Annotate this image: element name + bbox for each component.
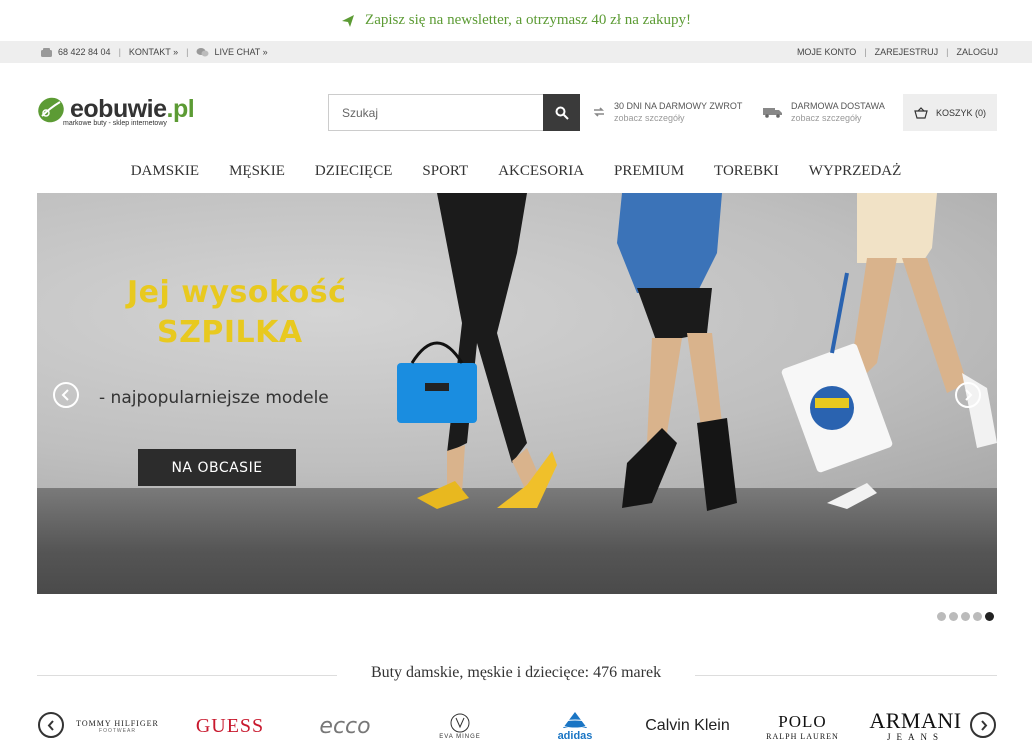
newsletter-promo-text[interactable]: Zapisz się na newsletter, a otrzymasz 40…: [365, 12, 691, 29]
slide-dot-1[interactable]: [937, 612, 946, 621]
brand-adidas-text: adidas: [557, 730, 593, 742]
brand-logo-ecco[interactable]: ecco: [305, 706, 385, 746]
cart-button[interactable]: KOSZYK (0): [903, 94, 997, 131]
divider: |: [118, 47, 121, 57]
nav-item-torebki[interactable]: TOREBKI: [714, 163, 779, 191]
brands-prev-button[interactable]: [38, 712, 64, 738]
brand-logo-armani-jeans[interactable]: ARMANI JEANS: [868, 706, 963, 746]
slide-dot-5[interactable]: [985, 612, 994, 621]
brands-next-button[interactable]: [970, 712, 996, 738]
return-arrows-icon: [594, 107, 604, 117]
nav-item-dzieciece[interactable]: DZIECIĘCE: [315, 163, 392, 191]
adidas-trefoil-icon: [560, 712, 590, 729]
brand-armani-text: ARMANI: [869, 708, 962, 733]
chevron-left-icon: [61, 389, 69, 401]
hero-next-button[interactable]: [955, 382, 981, 408]
logo-tagline: markowe buty - sklep internetowy: [63, 120, 167, 127]
free-return-perk[interactable]: 30 DNI NA DARMOWY ZWROT zobacz szczegóły: [614, 100, 742, 124]
brand-logo-calvin-klein[interactable]: Calvin Klein: [640, 706, 735, 746]
chat-bubbles-icon: [196, 47, 209, 56]
search-button[interactable]: [543, 94, 580, 131]
divider: |: [946, 47, 949, 57]
login-link[interactable]: ZALOGUJ: [956, 47, 998, 57]
my-account-link[interactable]: MOJE KONTO: [797, 47, 856, 57]
contact-link[interactable]: KONTAKT »: [129, 47, 178, 57]
brand-logo-eva-minge[interactable]: EVA MINGE: [425, 706, 495, 746]
nav-item-wyprzedaz[interactable]: WYPRZEDAŻ: [809, 163, 902, 191]
brand-armani-sub: JEANS: [886, 732, 944, 742]
brand-tommy-sub: FOOTWEAR: [99, 727, 136, 734]
main-navigation: DAMSKIE MĘSKIE DZIECIĘCE SPORT AKCESORIA…: [0, 163, 1032, 191]
phone-icon: [41, 47, 52, 57]
live-chat-label: LIVE CHAT »: [214, 47, 268, 57]
hero-prev-button[interactable]: [53, 382, 79, 408]
brand-logo-adidas[interactable]: adidas: [540, 706, 610, 746]
brand-tommy-text: TOMMY HILFIGER: [76, 718, 159, 728]
hero-slide-indicators: [937, 612, 994, 621]
brand-eva-text: EVA MINGE: [439, 734, 481, 740]
search-input[interactable]: Szukaj: [328, 94, 543, 131]
brand-logo-guess[interactable]: GUESS: [190, 706, 270, 746]
top-utility-bar: 68 422 84 04 | KONTAKT » | LIVE CHAT » M…: [0, 41, 1032, 63]
brand-logo-polo-ralph-lauren[interactable]: POLO RALPH LAUREN: [755, 706, 850, 746]
eva-minge-emblem-icon: [450, 713, 470, 733]
logo-tld: .pl: [166, 95, 195, 123]
free-delivery-perk[interactable]: DARMOWA DOSTAWA zobacz szczegóły: [791, 100, 885, 124]
paper-plane-icon: [342, 14, 355, 27]
chevron-right-icon: [980, 719, 987, 731]
nav-item-damskie[interactable]: DAMSKIE: [131, 163, 199, 191]
search-icon: [555, 106, 569, 120]
slide-dot-3[interactable]: [961, 612, 970, 621]
phone-number: 68 422 84 04: [58, 47, 111, 57]
divider: |: [864, 47, 867, 57]
free-return-title: 30 DNI NA DARMOWY ZWROT: [614, 101, 743, 111]
divider: |: [186, 47, 189, 57]
hero-title-line1: Jej wysokość: [127, 275, 347, 310]
nav-item-meskie[interactable]: MĘSKIE: [229, 163, 285, 191]
slide-dot-4[interactable]: [973, 612, 982, 621]
hero-banner[interactable]: Jej wysokość SZPILKA - najpopularniejsze…: [37, 193, 997, 594]
delivery-truck-icon: [763, 108, 782, 118]
hero-photo-illustration: [397, 193, 997, 511]
hero-subtitle: - najpopularniejsze modele: [99, 388, 329, 408]
basket-icon: [914, 106, 928, 119]
live-chat-link[interactable]: LIVE CHAT »: [196, 47, 268, 58]
nav-item-premium[interactable]: PREMIUM: [614, 163, 684, 191]
cart-label: KOSZYK (0): [935, 107, 986, 118]
brands-section-title: Buty damskie, męskie i dziecięce: 476 ma…: [370, 664, 662, 681]
chevron-left-icon: [47, 719, 54, 731]
nav-item-sport[interactable]: SPORT: [422, 163, 468, 191]
logo-leaf-icon: [38, 97, 64, 123]
brand-polo-text: POLO: [778, 711, 827, 731]
free-return-details-link[interactable]: zobacz szczegóły: [614, 112, 742, 124]
newsletter-promo-bar[interactable]: Zapisz się na newsletter, a otrzymasz 40…: [0, 0, 1032, 41]
free-delivery-details-link[interactable]: zobacz szczegóły: [791, 112, 885, 124]
nav-item-akcesoria[interactable]: AKCESORIA: [498, 163, 584, 191]
hero-cta-button[interactable]: NA OBCASIE: [138, 449, 296, 486]
chevron-right-icon: [965, 389, 973, 401]
brand-polo-sub: RALPH LAUREN: [766, 731, 839, 741]
brand-logo-tommy-hilfiger[interactable]: TOMMY HILFIGER FOOTWEAR: [70, 706, 165, 746]
logo-wordmark: eobuwie: [70, 95, 167, 123]
slide-dot-2[interactable]: [949, 612, 958, 621]
phone-contact[interactable]: 68 422 84 04: [40, 47, 111, 58]
hero-title-line2: SZPILKA: [157, 315, 303, 350]
free-delivery-title: DARMOWA DOSTAWA: [791, 101, 885, 111]
register-link[interactable]: ZAREJESTRUJ: [875, 47, 939, 57]
